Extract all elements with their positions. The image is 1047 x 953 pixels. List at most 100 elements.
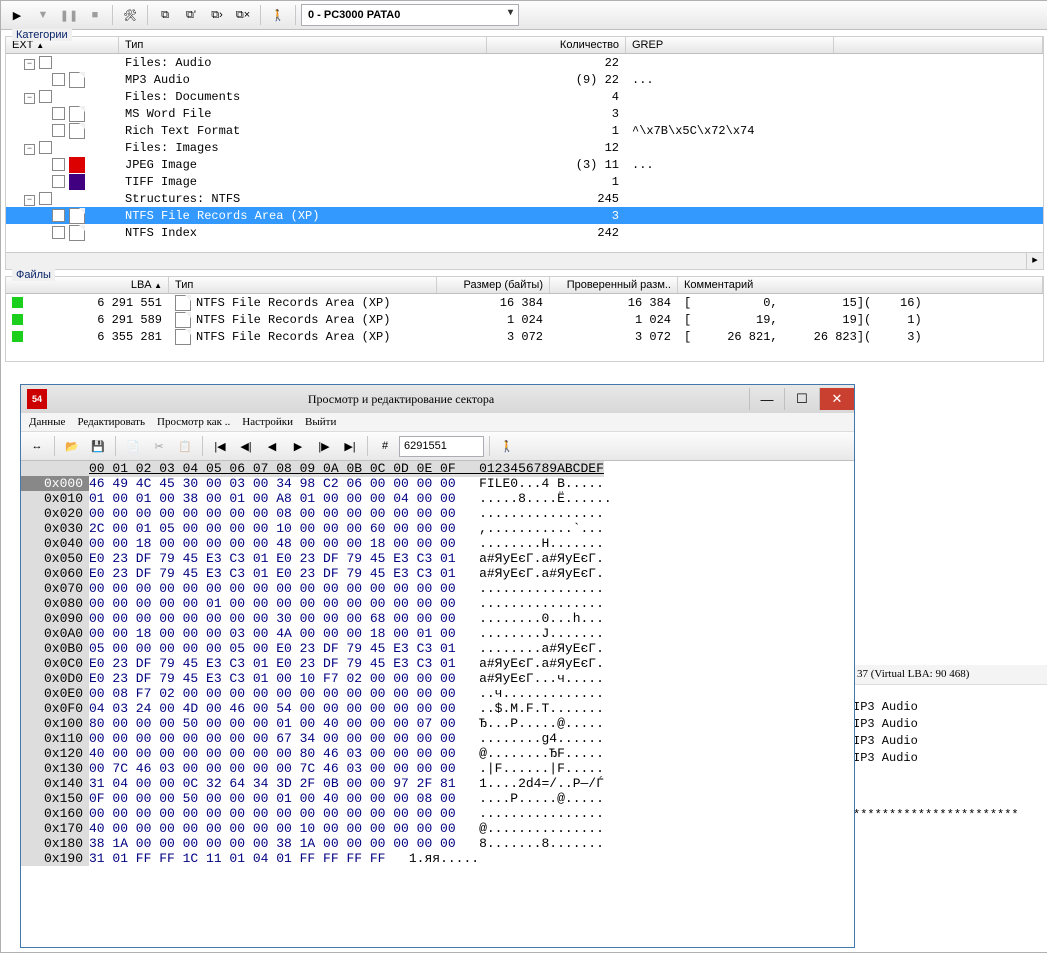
hex-bytes[interactable]: 80 00 00 00 50 00 00 00 01 00 40 00 00 0…	[89, 716, 456, 731]
checkbox[interactable]	[39, 192, 52, 205]
hex-ascii[interactable]: FILE0...4 В.....	[479, 476, 604, 491]
exit-editor-icon[interactable]: 🚶	[495, 434, 519, 458]
hex-bytes[interactable]: 00 00 00 00 00 01 00 00 00 00 00 00 00 0…	[89, 596, 456, 611]
goto-input[interactable]	[399, 436, 484, 457]
hash-icon[interactable]: #	[373, 434, 397, 458]
utility1-icon[interactable]: ⧉	[153, 3, 177, 27]
hex-bytes[interactable]: 46 49 4C 45 30 00 03 00 34 98 C2 06 00 0…	[89, 476, 456, 491]
hex-bytes[interactable]: E0 23 DF 79 45 E3 C3 01 E0 23 DF 79 45 E…	[89, 551, 456, 566]
open-icon[interactable]: 📂	[60, 434, 84, 458]
checkbox[interactable]	[52, 175, 65, 188]
hex-ascii[interactable]: Ђ...Р.....@.....	[479, 716, 604, 731]
hex-bytes[interactable]: 01 00 01 00 38 00 01 00 A8 01 00 00 00 0…	[89, 491, 456, 506]
hex-ascii[interactable]: ................	[479, 506, 604, 521]
hex-ascii[interactable]: ................	[479, 806, 604, 821]
categories-tree[interactable]: −Files: Audio22MP3 Audio(9) 22...−Files:…	[6, 54, 1043, 252]
hex-ascii[interactable]: .....8....Ё......	[479, 491, 612, 506]
category-row[interactable]: Rich Text Format1^\x7B\x5C\x72\x74	[6, 122, 1043, 139]
minimize-button[interactable]: —	[749, 388, 784, 410]
category-row[interactable]: −Structures: NTFS245	[6, 190, 1043, 207]
hex-ascii[interactable]: .|F......|F.....	[479, 761, 604, 776]
checkbox[interactable]	[52, 158, 65, 171]
hex-ascii[interactable]: ,...........`...	[479, 521, 604, 536]
hex-ascii[interactable]: ........J.......	[479, 626, 604, 641]
hex-ascii[interactable]: ................	[479, 596, 604, 611]
checkbox[interactable]	[52, 107, 65, 120]
expand-icon[interactable]: −	[24, 93, 35, 104]
file-row[interactable]: 6 355 281NTFS File Records Area (XP)3 07…	[6, 328, 1043, 345]
hex-row[interactable]: 0x0C0E0 23 DF 79 45 E3 C3 01 E0 23 DF 79…	[21, 656, 854, 671]
category-row[interactable]: −Files: Documents4	[6, 88, 1043, 105]
hex-row[interactable]: 0x1500F 00 00 00 50 00 00 00 01 00 40 00…	[21, 791, 854, 806]
hex-row[interactable]: 0x00046 49 4C 45 30 00 03 00 34 98 C2 06…	[21, 476, 854, 491]
scroll-right-icon[interactable]: ▸	[1026, 253, 1043, 269]
hex-bytes[interactable]: E0 23 DF 79 45 E3 C3 01 E0 23 DF 79 45 E…	[89, 566, 456, 581]
hex-row[interactable]: 0x10080 00 00 00 50 00 00 00 01 00 40 00…	[21, 716, 854, 731]
hex-bytes[interactable]: 0F 00 00 00 50 00 00 00 01 00 40 00 00 0…	[89, 791, 456, 806]
category-row[interactable]: NTFS File Records Area (XP)3	[6, 207, 1043, 224]
hex-row[interactable]: 0x11000 00 00 00 00 00 00 00 67 34 00 00…	[21, 731, 854, 746]
exit-icon[interactable]: 🚶	[266, 3, 290, 27]
category-row[interactable]: −Files: Images12	[6, 139, 1043, 156]
hex-ascii[interactable]: а#ЯуЕєГ.а#ЯуЕєГ.	[479, 656, 604, 671]
hex-bytes[interactable]: 31 01 FF FF 1C 11 01 04 01 FF FF FF FF	[89, 851, 385, 866]
play-alt-icon[interactable]: ▼	[31, 3, 55, 27]
hex-ascii[interactable]: а#ЯуЕєГ.а#ЯуЕєГ.	[479, 551, 604, 566]
file-row[interactable]: 6 291 551NTFS File Records Area (XP)16 3…	[6, 294, 1043, 311]
checkbox[interactable]	[39, 90, 52, 103]
hex-row[interactable]: 0x060E0 23 DF 79 45 E3 C3 01 E0 23 DF 79…	[21, 566, 854, 581]
menu-settings[interactable]: Настройки	[242, 416, 293, 428]
hex-bytes[interactable]: 05 00 00 00 00 00 05 00 E0 23 DF 79 45 E…	[89, 641, 456, 656]
checkbox[interactable]	[52, 124, 65, 137]
hex-bytes[interactable]: 00 00 00 00 00 00 00 00 00 00 00 00 00 0…	[89, 806, 456, 821]
hex-bytes[interactable]: 00 00 18 00 00 00 00 00 48 00 00 00 18 0…	[89, 536, 456, 551]
menu-edit[interactable]: Редактировать	[77, 416, 145, 428]
files-header[interactable]: LBA ▲ Тип Размер (байты) Проверенный раз…	[6, 277, 1043, 294]
hex-row[interactable]: 0x07000 00 00 00 00 00 00 00 00 00 00 00…	[21, 581, 854, 596]
category-row[interactable]: MP3 Audio(9) 22...	[6, 71, 1043, 88]
categories-header[interactable]: EXT ▲ Тип Количество GREP	[6, 37, 1043, 54]
menubar[interactable]: Данные Редактировать Просмотр как .. Нас…	[21, 413, 854, 432]
hex-bytes[interactable]: 40 00 00 00 00 00 00 00 00 10 00 00 00 0…	[89, 821, 456, 836]
checkbox[interactable]	[52, 226, 65, 239]
close-button[interactable]: ✕	[819, 388, 854, 410]
hex-ascii[interactable]: ........0...h...	[479, 611, 604, 626]
hex-row[interactable]: 0x18038 1A 00 00 00 00 00 00 38 1A 00 00…	[21, 836, 854, 851]
last-icon[interactable]: ▶|	[338, 434, 362, 458]
hex-bytes[interactable]: 2C 00 01 05 00 00 00 00 10 00 00 00 60 0…	[89, 521, 456, 536]
hex-row[interactable]: 0x0302C 00 01 05 00 00 00 00 10 00 00 00…	[21, 521, 854, 536]
next-chunk-icon[interactable]: |▶	[312, 434, 336, 458]
hex-bytes[interactable]: 38 1A 00 00 00 00 00 00 38 1A 00 00 00 0…	[89, 836, 456, 851]
hex-ascii[interactable]: 8.......8.......	[479, 836, 604, 851]
hex-row[interactable]: 0x0F004 03 24 00 4D 00 46 00 54 00 00 00…	[21, 701, 854, 716]
hex-view[interactable]: 00 01 02 03 04 05 06 07 08 09 0A 0B 0C 0…	[21, 461, 854, 947]
hex-bytes[interactable]: E0 23 DF 79 45 E3 C3 01 00 10 F7 02 00 0…	[89, 671, 456, 686]
expand-icon[interactable]: −	[24, 195, 35, 206]
hex-ascii[interactable]: а#ЯуЕєГ...ч.....	[479, 671, 604, 686]
hex-row[interactable]: 0x050E0 23 DF 79 45 E3 C3 01 E0 23 DF 79…	[21, 551, 854, 566]
hex-ascii[interactable]: ........а#ЯуЕєГ.	[479, 641, 604, 656]
hex-ascii[interactable]: ................	[479, 581, 604, 596]
category-row[interactable]: TIFF Image1	[6, 173, 1043, 190]
hex-ascii[interactable]: ........H.......	[479, 536, 604, 551]
hex-bytes[interactable]: 04 03 24 00 4D 00 46 00 54 00 00 00 00 0…	[89, 701, 456, 716]
hex-row[interactable]: 0x19031 01 FF FF 1C 11 01 04 01 FF FF FF…	[21, 851, 854, 866]
utility4-icon[interactable]: ⧉×	[231, 3, 255, 27]
titlebar[interactable]: 54 Просмотр и редактирование сектора — ☐…	[21, 385, 854, 413]
next-icon[interactable]: ▶	[286, 434, 310, 458]
prev-icon[interactable]: ◀	[260, 434, 284, 458]
hex-row[interactable]: 0x0B005 00 00 00 00 00 05 00 E0 23 DF 79…	[21, 641, 854, 656]
hex-ascii[interactable]: ..$.M.F.T.......	[479, 701, 604, 716]
hex-ascii[interactable]: @...............	[479, 821, 604, 836]
files-list[interactable]: 6 291 551NTFS File Records Area (XP)16 3…	[6, 294, 1043, 361]
category-row[interactable]: NTFS Index242	[6, 224, 1043, 241]
checkbox[interactable]	[39, 141, 52, 154]
category-row[interactable]: −Files: Audio22	[6, 54, 1043, 71]
category-row[interactable]: JPEG Image(3) 11...	[6, 156, 1043, 173]
hex-bytes[interactable]: 00 7C 46 03 00 00 00 00 00 7C 46 03 00 0…	[89, 761, 456, 776]
hex-bytes[interactable]: 00 00 00 00 00 00 00 00 67 34 00 00 00 0…	[89, 731, 456, 746]
hex-row[interactable]: 0x0D0E0 23 DF 79 45 E3 C3 01 00 10 F7 02…	[21, 671, 854, 686]
byte-width-icon[interactable]: ↔	[25, 434, 49, 458]
hex-bytes[interactable]: 40 00 00 00 00 00 00 00 00 80 46 03 00 0…	[89, 746, 456, 761]
hex-ascii[interactable]: 1....2d4=/..Р—/Ѓ	[479, 776, 604, 791]
